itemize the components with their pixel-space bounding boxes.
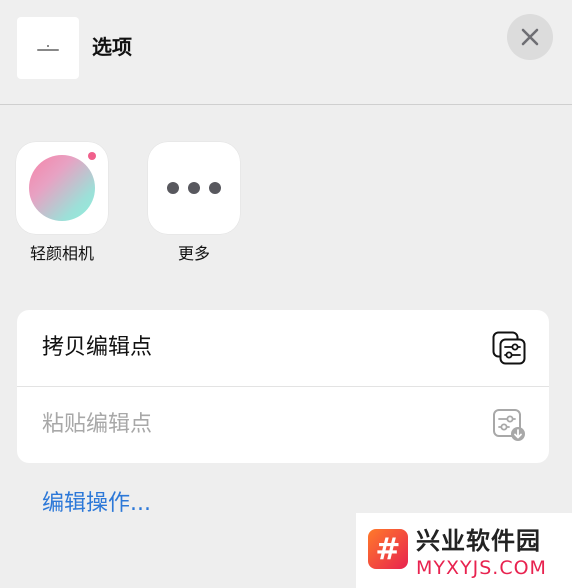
paste-edits-icon bbox=[493, 409, 525, 441]
more-dots-icon bbox=[167, 182, 221, 194]
camera-gradient-icon bbox=[29, 155, 95, 221]
app-more[interactable]: 更多 bbox=[148, 142, 240, 265]
close-icon bbox=[521, 28, 539, 46]
camera-dot bbox=[88, 152, 96, 160]
copy-edits-row[interactable]: 拷贝编辑点 bbox=[17, 310, 549, 386]
sheet-title: 选项 bbox=[92, 35, 132, 59]
app-tile bbox=[16, 142, 108, 234]
paste-edits-label: 粘贴编辑点 bbox=[42, 412, 153, 437]
watermark-name: 兴业软件园 bbox=[416, 527, 541, 555]
app-label: 轻颜相机 bbox=[29, 244, 94, 263]
app-qingyan-camera[interactable]: 轻颜相机 bbox=[16, 142, 108, 265]
actions-card: 拷贝编辑点 粘贴编辑点 bbox=[17, 310, 549, 463]
watermark: # 兴业软件园 MYXYJS.COM bbox=[356, 513, 572, 588]
thumbnail-line bbox=[37, 49, 59, 51]
paste-edits-row[interactable]: 粘贴编辑点 bbox=[17, 387, 549, 463]
app-tile bbox=[148, 142, 240, 234]
document-thumbnail bbox=[17, 17, 79, 79]
edit-actions-link[interactable]: 编辑操作... bbox=[42, 489, 151, 519]
thumbnail-dot bbox=[47, 45, 49, 47]
close-button[interactable] bbox=[507, 14, 553, 60]
app-label: 更多 bbox=[177, 244, 210, 263]
watermark-url: MYXYJS.COM bbox=[416, 557, 547, 579]
header-divider bbox=[0, 104, 572, 105]
copy-edits-icon bbox=[492, 331, 526, 365]
copy-edits-label: 拷贝编辑点 bbox=[42, 335, 153, 360]
watermark-logo: # bbox=[368, 529, 408, 569]
sheet-header: 选项 bbox=[0, 0, 572, 104]
